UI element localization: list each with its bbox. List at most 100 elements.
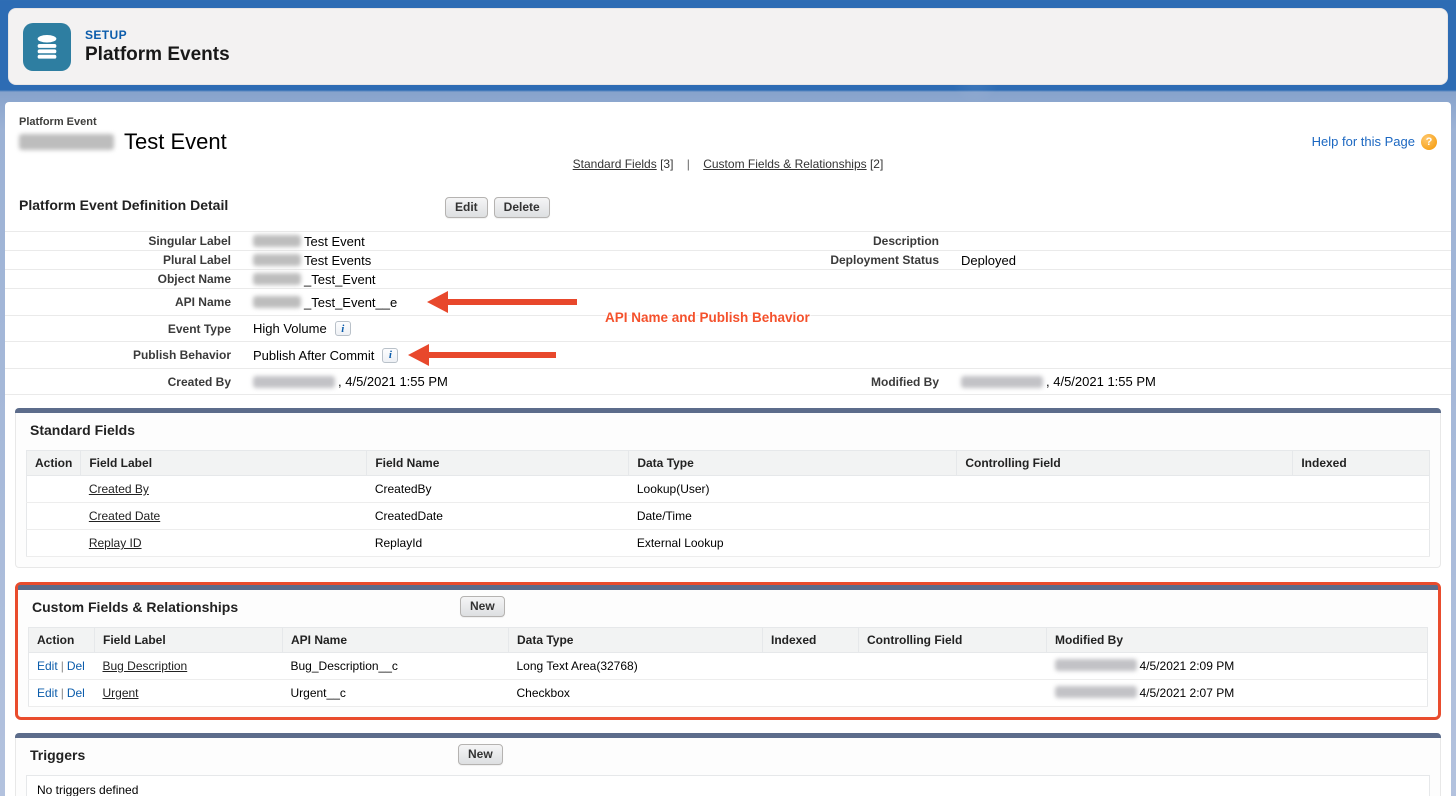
field-link[interactable]: Urgent <box>103 686 139 700</box>
table-row: Created By CreatedBy Lookup(User) <box>27 476 1430 503</box>
nav-separator: | <box>687 157 690 171</box>
info-icon[interactable] <box>335 321 351 336</box>
triggers-section: Triggers New No triggers defined <box>15 733 1441 796</box>
detail-row-plural-label: Plural Label Test Events Deployment Stat… <box>5 251 1451 270</box>
database-icon <box>32 32 62 62</box>
field-label: Plural Label <box>5 252 253 268</box>
publish-behavior-value: Publish After Commit <box>253 348 374 363</box>
field-label: Created By <box>5 374 253 390</box>
main-content: Platform Event Test Event Help for this … <box>5 102 1451 796</box>
field-link[interactable]: Bug Description <box>103 659 188 673</box>
page-title: Test Event <box>124 129 227 155</box>
detail-heading: Platform Event Definition Detail <box>19 193 228 213</box>
col-header-controlling-field: Controlling Field <box>859 628 1047 653</box>
triggers-empty-message: No triggers defined <box>26 775 1430 796</box>
nav-custom-fields-link[interactable]: Custom Fields & Relationships <box>703 157 866 171</box>
redacted-user-name <box>253 376 335 388</box>
redacted-text <box>253 296 301 308</box>
col-header-modified-by: Modified By <box>1047 628 1428 653</box>
new-custom-field-button[interactable]: New <box>460 596 505 617</box>
detail-fields: Singular Label Test Event Description Pl… <box>5 231 1451 395</box>
table-row: Created Date CreatedDate Date/Time <box>27 503 1430 530</box>
field-link[interactable]: Replay ID <box>89 536 142 550</box>
event-type-value: High Volume <box>253 321 327 336</box>
col-header-indexed: Indexed <box>1293 451 1430 476</box>
singular-label-value: Test Event <box>304 234 365 249</box>
redacted-text <box>253 273 301 285</box>
field-label: Event Type <box>5 321 253 337</box>
new-trigger-button[interactable]: New <box>458 744 503 765</box>
table-row: Edit|Del Urgent Urgent__c Checkbox 4/5/2… <box>29 680 1428 707</box>
annotation-text: API Name and Publish Behavior <box>605 310 810 325</box>
edit-button[interactable]: Edit <box>445 197 488 218</box>
field-label: API Name <box>5 294 253 310</box>
action-separator: | <box>61 686 64 700</box>
api-name-value: _Test_Event__e <box>304 295 397 310</box>
field-label: Object Name <box>5 271 253 287</box>
redacted-user-name <box>961 376 1043 388</box>
field-label: Description <box>691 233 961 249</box>
field-label: Publish Behavior <box>5 347 253 363</box>
redacted-user-name <box>1055 686 1137 698</box>
field-link[interactable]: Created Date <box>89 509 160 523</box>
entity-type-label: Platform Event <box>19 116 227 128</box>
help-icon[interactable] <box>1421 134 1437 150</box>
custom-fields-table: Action Field Label API Name Data Type In… <box>28 627 1428 707</box>
info-icon[interactable] <box>382 348 398 363</box>
detail-row-created-by: Created By , 4/5/2021 1:55 PM Modified B… <box>5 369 1451 395</box>
object-name-value: _Test_Event <box>304 272 376 287</box>
app-title: Platform Events <box>85 44 230 66</box>
field-link[interactable]: Created By <box>89 482 149 496</box>
col-header-action: Action <box>27 451 81 476</box>
field-label: Modified By <box>691 374 961 390</box>
col-header-field-label: Field Label <box>95 628 283 653</box>
custom-fields-section: Custom Fields & Relationships New Action… <box>15 582 1441 720</box>
col-header-controlling-field: Controlling Field <box>957 451 1293 476</box>
created-by-value: , 4/5/2021 1:55 PM <box>338 374 448 389</box>
platform-events-icon <box>23 23 71 71</box>
section-nav: Standard Fields [3] | Custom Fields & Re… <box>5 157 1451 171</box>
edit-field-link[interactable]: Edit <box>37 686 58 700</box>
col-header-data-type: Data Type <box>629 451 957 476</box>
nav-standard-fields-count: [3] <box>660 157 673 171</box>
plural-label-value: Test Events <box>304 253 371 268</box>
edit-field-link[interactable]: Edit <box>37 659 58 673</box>
help-link[interactable]: Help for this Page <box>1312 134 1415 149</box>
field-label: Deployment Status <box>691 252 961 268</box>
col-header-field-name: Field Name <box>367 451 629 476</box>
detail-section-head: Platform Event Definition Detail Edit De… <box>5 197 1451 223</box>
col-header-data-type: Data Type <box>509 628 763 653</box>
table-row: Replay ID ReplayId External Lookup <box>27 530 1430 557</box>
triggers-heading: Triggers <box>30 747 85 763</box>
table-row: Edit|Del Bug Description Bug_Description… <box>29 653 1428 680</box>
deployment-status-value: Deployed <box>961 253 1016 268</box>
standard-fields-table: Action Field Label Field Name Data Type … <box>26 450 1430 557</box>
page-head: Platform Event Test Event Help for this … <box>5 112 1451 155</box>
delete-field-link[interactable]: Del <box>67 686 85 700</box>
nav-custom-fields-count: [2] <box>870 157 883 171</box>
redacted-prefix <box>19 134 114 150</box>
standard-fields-heading: Standard Fields <box>30 422 135 438</box>
field-label: Singular Label <box>5 233 253 249</box>
delete-button[interactable]: Delete <box>494 197 550 218</box>
redacted-user-name <box>1055 659 1137 671</box>
custom-fields-heading: Custom Fields & Relationships <box>32 599 238 615</box>
col-header-field-label: Field Label <box>81 451 367 476</box>
setup-header: SETUP Platform Events <box>8 8 1448 85</box>
redacted-text <box>253 235 301 247</box>
delete-field-link[interactable]: Del <box>67 659 85 673</box>
col-header-action: Action <box>29 628 95 653</box>
annotation-arrow-api-name <box>427 290 577 314</box>
detail-row-singular-label: Singular Label Test Event Description <box>5 232 1451 251</box>
detail-row-object-name: Object Name _Test_Event <box>5 270 1451 289</box>
detail-row-publish-behavior: Publish Behavior Publish After Commit <box>5 342 1451 369</box>
setup-eyebrow: SETUP <box>85 28 230 42</box>
col-header-api-name: API Name <box>283 628 509 653</box>
col-header-indexed: Indexed <box>763 628 859 653</box>
modified-by-value: , 4/5/2021 1:55 PM <box>1046 374 1156 389</box>
action-separator: | <box>61 659 64 673</box>
annotation-arrow-publish-behavior <box>408 343 556 367</box>
standard-fields-section: Standard Fields Action Field Label Field… <box>15 408 1441 568</box>
redacted-text <box>253 254 301 266</box>
nav-standard-fields-link[interactable]: Standard Fields <box>573 157 657 171</box>
